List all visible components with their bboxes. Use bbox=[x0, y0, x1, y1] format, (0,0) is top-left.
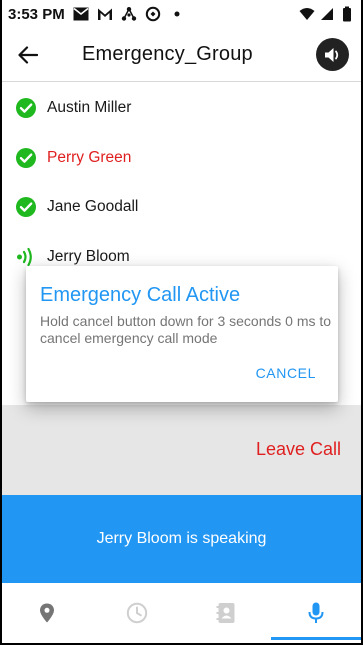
location-pin-icon bbox=[39, 603, 54, 623]
speaker-icon bbox=[324, 47, 338, 62]
system-status-icons bbox=[299, 6, 355, 22]
back-arrow-icon bbox=[18, 46, 38, 64]
ptt-speaking-bar[interactable]: Jerry Bloom is speaking bbox=[2, 495, 361, 583]
hub-icon bbox=[121, 6, 137, 22]
clock-icon bbox=[126, 602, 147, 624]
member-row[interactable]: Jane Goodall bbox=[2, 182, 361, 232]
status-bar: 3:53 PM bbox=[2, 0, 361, 28]
mail-icon bbox=[73, 6, 89, 22]
status-time: 3:53 PM bbox=[8, 5, 65, 23]
nav-tab-history[interactable] bbox=[92, 583, 182, 643]
gmail-icon bbox=[97, 6, 113, 22]
speaking-status: Jerry Bloom is speaking bbox=[96, 530, 267, 547]
check-circle-icon bbox=[16, 98, 36, 118]
nav-tab-location[interactable] bbox=[2, 583, 92, 643]
nav-tab-contacts[interactable] bbox=[182, 583, 272, 643]
member-name: Jane Goodall bbox=[47, 198, 139, 215]
battery-icon bbox=[339, 6, 355, 22]
speaking-waves-icon bbox=[17, 247, 32, 266]
device-frame: 3:53 PM Emergency_Group Austin Miller Pe… bbox=[0, 0, 363, 645]
signal-icon bbox=[319, 6, 335, 22]
member-name: Jerry Bloom bbox=[47, 247, 130, 265]
app-screen: 3:53 PM Emergency_Group Austin Miller Pe… bbox=[2, 0, 361, 643]
check-circle-icon bbox=[16, 197, 36, 217]
bottom-nav bbox=[2, 583, 361, 643]
call-controls-area: Leave Call bbox=[2, 405, 361, 495]
speaker-button[interactable] bbox=[316, 38, 349, 71]
dialog-title: Emergency Call Active bbox=[40, 284, 241, 306]
dot-icon bbox=[169, 6, 185, 22]
emergency-dialog: Emergency Call Active Hold cancel button… bbox=[26, 266, 338, 402]
check-circle-icon bbox=[16, 147, 36, 168]
dialog-message: Hold cancel button down for 3 seconds 0 … bbox=[40, 313, 332, 346]
app-bar: Emergency_Group bbox=[2, 28, 361, 82]
data-saver-icon bbox=[145, 6, 161, 22]
back-button[interactable] bbox=[14, 41, 42, 69]
microphone-icon bbox=[308, 602, 324, 623]
nav-tab-ptt[interactable] bbox=[271, 583, 361, 643]
page-title: Emergency_Group bbox=[82, 43, 253, 65]
member-name: Austin Miller bbox=[47, 99, 132, 116]
notification-icons bbox=[73, 6, 185, 22]
member-list: Austin Miller Perry Green Jane Goodall J… bbox=[2, 83, 361, 281]
cancel-button[interactable]: CANCEL bbox=[256, 365, 316, 381]
member-name: Perry Green bbox=[47, 148, 132, 166]
member-row[interactable]: Austin Miller bbox=[2, 83, 361, 133]
leave-call-button[interactable]: Leave Call bbox=[256, 439, 341, 460]
member-row[interactable]: Perry Green bbox=[2, 133, 361, 183]
contacts-icon bbox=[216, 603, 235, 623]
wifi-icon bbox=[299, 6, 315, 22]
